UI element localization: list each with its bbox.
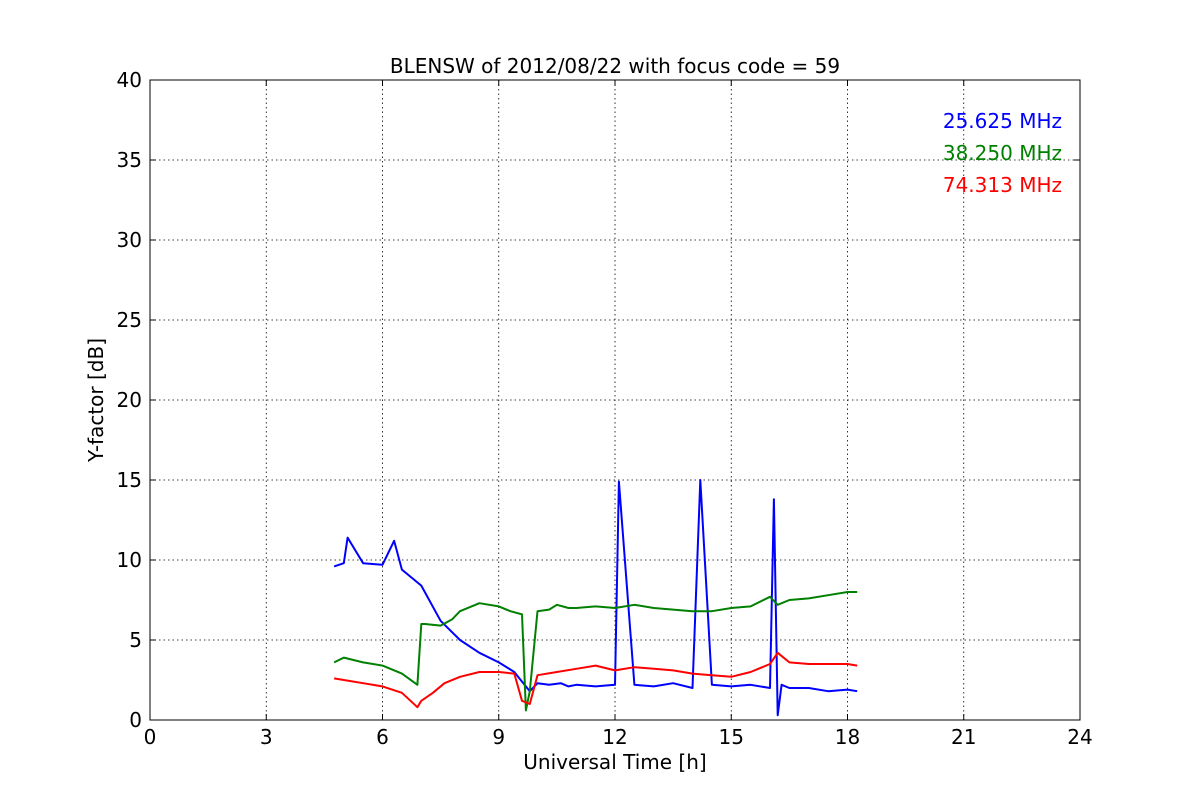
y-tick-label: 20 <box>117 388 142 412</box>
x-tick-label: 3 <box>260 725 273 749</box>
y-tick-label: 10 <box>117 548 142 572</box>
x-tick-label: 15 <box>719 725 744 749</box>
x-axis-label: Universal Time [h] <box>523 750 706 774</box>
x-tick-label: 0 <box>144 725 157 749</box>
x-tick-label: 12 <box>602 725 627 749</box>
line-chart: 0 3 6 9 12 15 18 21 24 0 5 10 15 20 25 30 35 40 BLENSW of… <box>0 0 1200 800</box>
legend-entry: 25.625 MHz <box>943 109 1062 133</box>
x-tick-label: 21 <box>951 725 976 749</box>
y-tick-label: 5 <box>129 628 142 652</box>
y-tick-label: 35 <box>117 148 142 172</box>
y-tick-label: 15 <box>117 468 142 492</box>
legend-entry: 38.250 MHz <box>943 141 1062 165</box>
y-axis-label: Y-factor [dB] <box>84 338 108 463</box>
y-tick-label: 25 <box>117 308 142 332</box>
y-tick-label: 30 <box>117 228 142 252</box>
legend-entry: 74.313 MHz <box>943 173 1062 197</box>
x-tick-label: 24 <box>1067 725 1092 749</box>
legend: 25.625 MHz 38.250 MHz 74.313 MHz <box>943 109 1062 197</box>
x-tick-label: 18 <box>835 725 860 749</box>
y-tick-label: 40 <box>117 68 142 92</box>
x-tick-label: 9 <box>492 725 505 749</box>
chart-title: BLENSW of 2012/08/22 with focus code = 5… <box>390 54 840 78</box>
x-tick-label: 6 <box>376 725 389 749</box>
y-tick-label: 0 <box>129 708 142 732</box>
